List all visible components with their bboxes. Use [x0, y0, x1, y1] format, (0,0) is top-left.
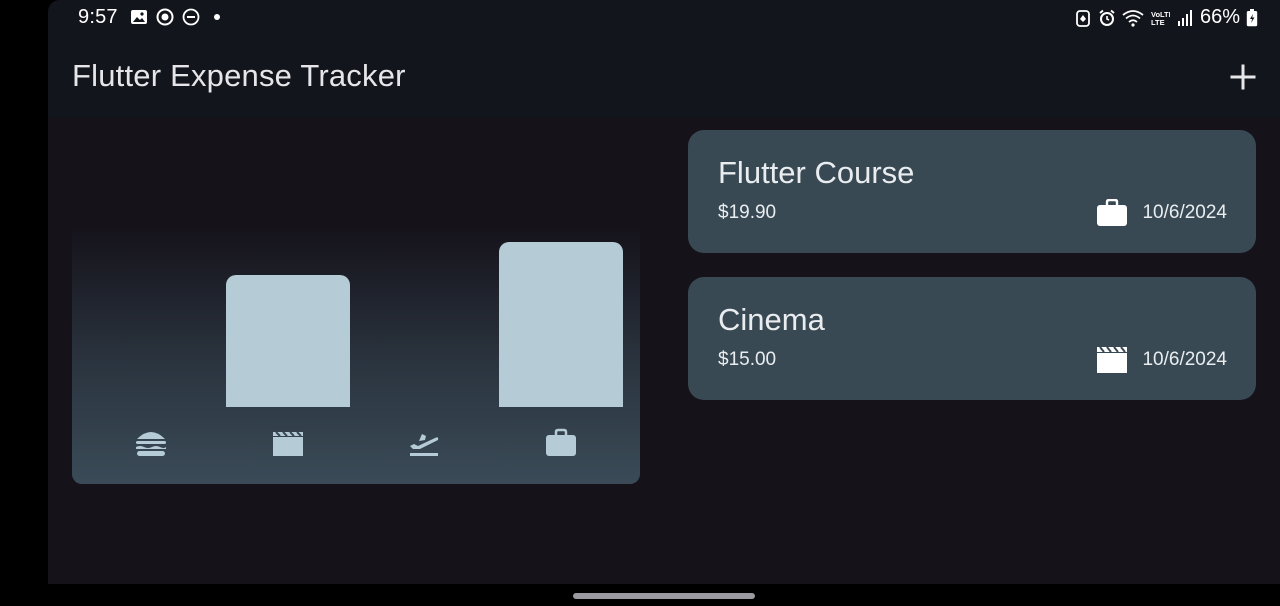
battery-icon — [1246, 8, 1258, 26]
expense-chart — [72, 226, 640, 484]
do-not-disturb-icon — [182, 8, 200, 26]
expense-item[interactable]: Flutter Course $19.90 10/6/2024 — [688, 130, 1256, 253]
app-bar: Flutter Expense Tracker — [48, 36, 1280, 118]
expense-item[interactable]: Cinema $15.00 10/6/2024 — [688, 277, 1256, 400]
home-indicator[interactable] — [573, 593, 755, 599]
clapperboard-icon — [273, 431, 303, 456]
media-record-icon — [156, 8, 174, 26]
chart-bar-work — [499, 242, 623, 407]
flight-takeoff-icon — [410, 434, 439, 456]
expense-date: 10/6/2024 — [1142, 349, 1227, 370]
briefcase-icon — [546, 428, 576, 456]
app-title: Flutter Expense Tracker — [72, 58, 406, 93]
signal-icon — [1177, 9, 1192, 26]
svg-text:LTE: LTE — [1151, 18, 1165, 27]
expense-date: 10/6/2024 — [1142, 202, 1227, 223]
notification-dot-icon — [214, 14, 220, 20]
chart-bar-leisure — [226, 275, 350, 407]
status-right-icons: VoLTE LTE 66% — [1074, 6, 1258, 29]
expense-title: Flutter Course — [718, 155, 915, 190]
alarm-icon — [1099, 9, 1115, 26]
expense-amount: $15.00 — [718, 349, 777, 370]
add-icon[interactable] — [1228, 62, 1258, 92]
clapperboard-icon — [1097, 346, 1127, 373]
volte-icon: VoLTE LTE — [1151, 10, 1170, 27]
status-bar: 9:57 VoLT LTE 66% — [48, 0, 1280, 36]
wifi-icon — [1122, 9, 1144, 27]
status-left-icons — [130, 8, 226, 26]
gallery-icon — [131, 10, 147, 24]
status-time: 9:57 — [78, 6, 118, 28]
expense-amount: $19.90 — [718, 202, 777, 223]
battery-saver-icon — [1076, 9, 1090, 27]
battery-percentage: 66% — [1199, 6, 1240, 28]
app-screen: 9:57 VoLT LTE 66% Flutter Expense Tracke… — [48, 0, 1280, 584]
expense-title: Cinema — [718, 302, 825, 337]
briefcase-icon — [1097, 199, 1127, 226]
burger-icon — [136, 432, 166, 456]
